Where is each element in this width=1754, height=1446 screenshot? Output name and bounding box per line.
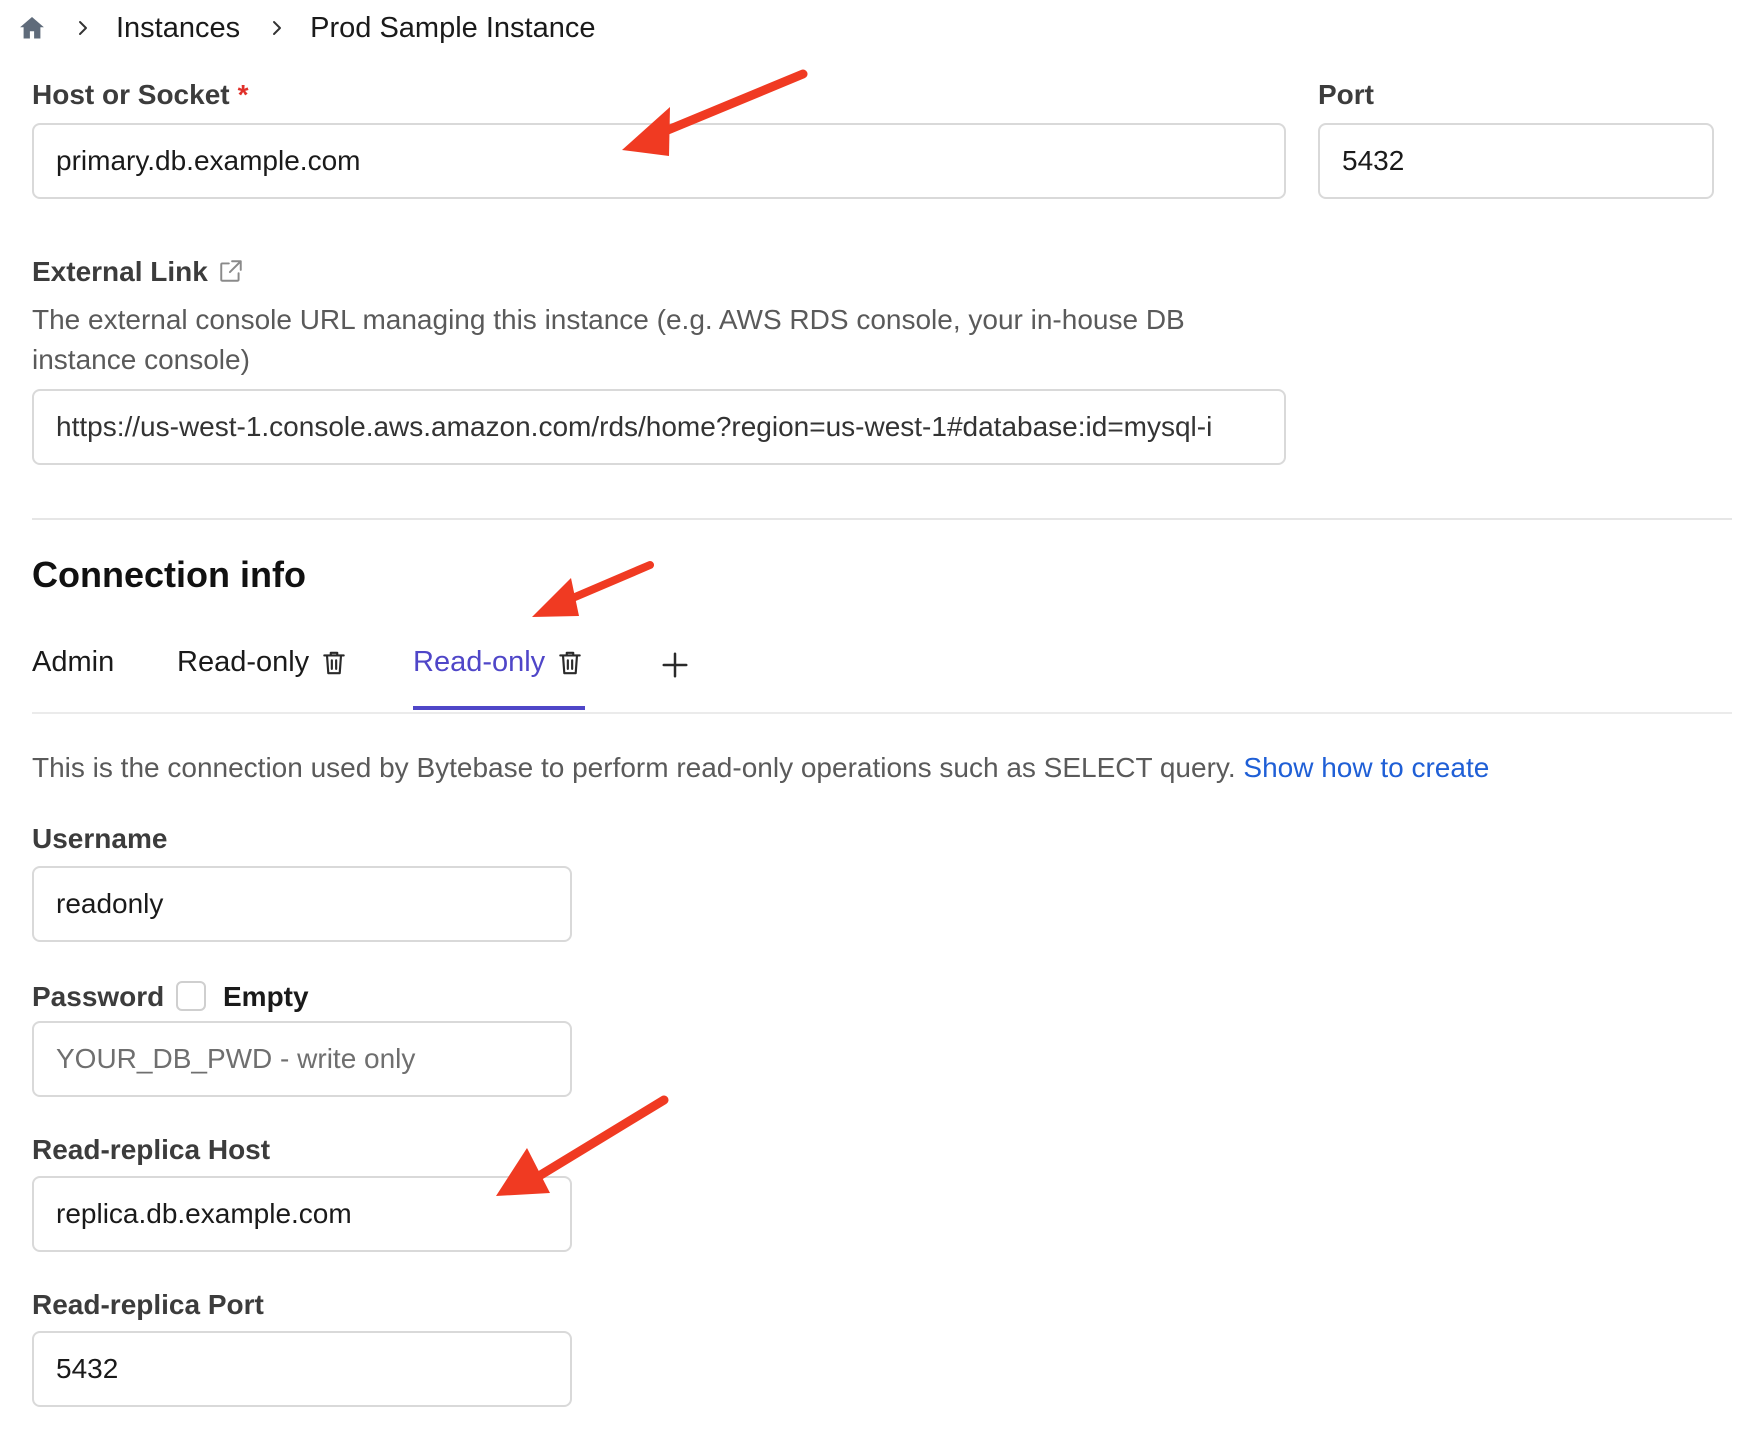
password-empty-checkbox[interactable] bbox=[176, 981, 206, 1011]
host-label-text: Host or Socket bbox=[32, 79, 230, 110]
required-marker: * bbox=[237, 79, 249, 110]
breadcrumb: Instances Prod Sample Instance bbox=[18, 8, 595, 48]
tab-read-only-1[interactable]: Read-only bbox=[177, 646, 347, 679]
port-input[interactable] bbox=[1318, 123, 1714, 199]
port-label: Port bbox=[1318, 79, 1374, 110]
tab-read-only-1-label: Read-only bbox=[177, 646, 310, 678]
trash-icon[interactable] bbox=[321, 649, 347, 677]
tab-admin-label: Admin bbox=[32, 646, 115, 678]
tab-read-only-2-label: Read-only bbox=[413, 646, 546, 678]
show-how-to-create-link[interactable]: Show how to create bbox=[1243, 752, 1489, 783]
trash-icon[interactable] bbox=[557, 649, 583, 677]
password-input[interactable] bbox=[32, 1021, 572, 1097]
breadcrumb-instances-link[interactable]: Instances bbox=[116, 12, 240, 45]
home-icon[interactable] bbox=[18, 14, 46, 42]
connection-description: This is the connection used by Bytebase … bbox=[32, 748, 1732, 788]
external-link-icon[interactable] bbox=[218, 258, 244, 284]
tab-read-only-2[interactable]: Read-only bbox=[413, 646, 583, 679]
external-link-label: External Link bbox=[32, 258, 244, 286]
instance-settings-page: Instances Prod Sample Instance Host or S… bbox=[0, 0, 1754, 1446]
replica-port-input[interactable] bbox=[32, 1331, 572, 1407]
replica-port-label: Read-replica Port bbox=[32, 1289, 264, 1320]
active-tab-indicator bbox=[413, 706, 585, 710]
replica-host-input[interactable] bbox=[32, 1176, 572, 1252]
password-empty-label: Empty bbox=[223, 981, 309, 1012]
external-link-description: The external console URL managing this i… bbox=[32, 304, 1185, 375]
connection-description-text: This is the connection used by Bytebase … bbox=[32, 752, 1236, 783]
external-link-label-text: External Link bbox=[32, 256, 208, 287]
add-connection-plus-icon[interactable] bbox=[660, 650, 690, 680]
connection-tabs: Admin Read-only Read-only bbox=[32, 630, 1732, 714]
username-label: Username bbox=[32, 823, 168, 854]
chevron-right-icon bbox=[74, 19, 92, 37]
chevron-right-icon bbox=[268, 19, 286, 37]
external-link-input[interactable] bbox=[32, 389, 1286, 465]
username-input[interactable] bbox=[32, 866, 572, 942]
breadcrumb-current-instance: Prod Sample Instance bbox=[310, 11, 596, 44]
password-label: Password bbox=[32, 981, 165, 1012]
section-divider bbox=[32, 518, 1732, 520]
replica-host-label: Read-replica Host bbox=[32, 1134, 271, 1165]
tab-admin[interactable]: Admin bbox=[32, 646, 114, 679]
host-input[interactable] bbox=[32, 123, 1286, 199]
arrow-annotation-icon bbox=[532, 561, 654, 617]
host-label: Host or Socket * bbox=[32, 81, 249, 109]
connection-info-title: Connection info bbox=[32, 554, 306, 595]
